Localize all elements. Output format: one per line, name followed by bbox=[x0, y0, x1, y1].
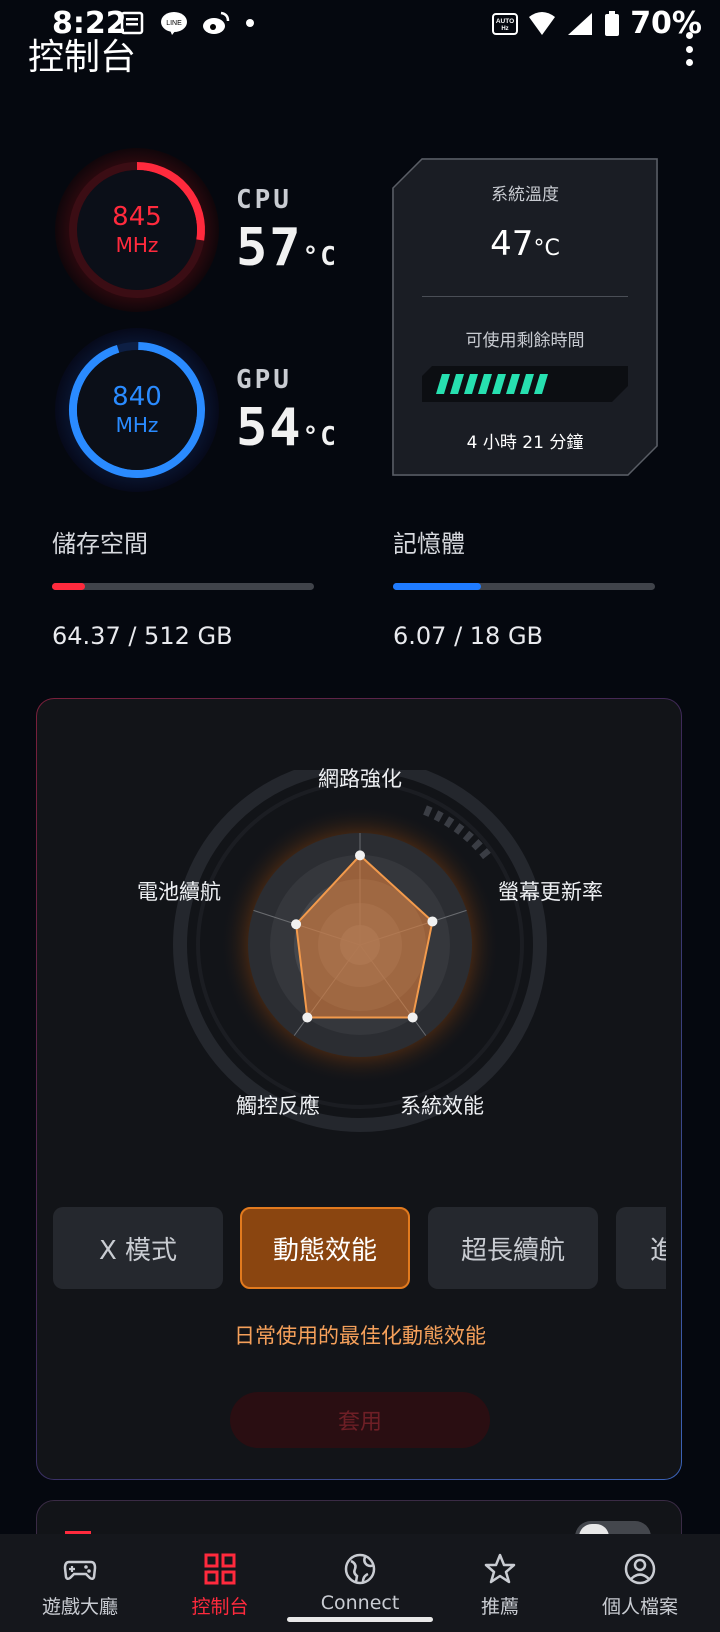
radar-label-battery: 電池續航 bbox=[137, 880, 221, 904]
svg-text:AUTO: AUTO bbox=[496, 18, 514, 25]
svg-text:LINE: LINE bbox=[166, 20, 182, 27]
status-icons: LINE bbox=[120, 10, 256, 36]
battery-icon bbox=[605, 10, 620, 36]
cpu-temp-unit: °C bbox=[302, 242, 338, 272]
mode-description: 日常使用的最佳化動態效能 bbox=[234, 1324, 486, 1348]
radar-label-performance: 系統效能 bbox=[400, 1094, 484, 1118]
radar-label-network: 網路強化 bbox=[318, 767, 402, 791]
cpu-gauge: 845 MHz bbox=[52, 145, 222, 315]
storage-bar bbox=[52, 583, 314, 590]
cpu-frequency-unit: MHz bbox=[115, 233, 159, 257]
cpu-label: CPU bbox=[236, 185, 292, 215]
mode-advanced-button[interactable]: 進 bbox=[616, 1207, 666, 1289]
dot-icon bbox=[246, 19, 254, 27]
nav-label-recommend: 推薦 bbox=[480, 1596, 519, 1618]
auto-hz-icon: AUTOHz bbox=[492, 12, 519, 35]
nav-item-console[interactable]: 控制台 bbox=[148, 1534, 292, 1632]
gpu-frequency: 840 bbox=[112, 382, 162, 412]
nav-item-profile[interactable]: 個人檔案 bbox=[568, 1534, 712, 1632]
gpu-temperature: 54°C bbox=[236, 398, 338, 458]
globe-icon bbox=[344, 1553, 376, 1585]
memory-bar bbox=[393, 583, 655, 590]
memory-value: 6.07 / 18 GB bbox=[393, 622, 544, 650]
nav-label-console: 控制台 bbox=[191, 1596, 249, 1618]
gpu-label: GPU bbox=[236, 365, 292, 395]
cpu-frequency: 845 bbox=[112, 202, 162, 232]
storage-bar-fill bbox=[52, 583, 85, 590]
weibo-icon bbox=[203, 11, 230, 34]
storage-value: 64.37 / 512 GB bbox=[52, 622, 233, 650]
nav-label-game-lobby: 遊戲大廳 bbox=[41, 1596, 118, 1618]
profile-icon bbox=[624, 1553, 656, 1585]
nav-label-profile: 個人檔案 bbox=[601, 1596, 678, 1618]
radar-label-refresh-rate: 螢幕更新率 bbox=[498, 880, 603, 904]
storage-label: 儲存空間 bbox=[52, 530, 148, 558]
gpu-temp-unit: °C bbox=[302, 422, 338, 452]
gamepad-icon bbox=[63, 1560, 97, 1581]
nav-label-connect: Connect bbox=[320, 1592, 400, 1614]
svg-text:Hz: Hz bbox=[502, 26, 509, 32]
gpu-temp-value: 54 bbox=[236, 398, 303, 458]
nav-item-game-lobby[interactable]: 遊戲大廳 bbox=[8, 1534, 152, 1632]
status-right: AUTO Hz 70% bbox=[492, 6, 702, 41]
star-icon bbox=[484, 1553, 516, 1584]
page-title: 控制台 bbox=[28, 37, 137, 78]
line-icon: LINE bbox=[161, 12, 187, 35]
signal-icon bbox=[568, 12, 593, 35]
gpu-frequency-unit: MHz bbox=[115, 413, 159, 437]
system-panel-border bbox=[392, 158, 658, 476]
mode-ultra-durable-button[interactable]: 超長續航 bbox=[428, 1207, 598, 1289]
memory-bar-fill bbox=[393, 583, 482, 590]
console-grid-icon bbox=[204, 1553, 236, 1585]
mode-x-button[interactable]: X 模式 bbox=[53, 1207, 223, 1289]
radar-chart bbox=[173, 770, 547, 1132]
wifi-icon bbox=[529, 11, 556, 35]
home-indicator[interactable] bbox=[287, 1617, 433, 1622]
mode-dynamic-button[interactable]: 動態效能 bbox=[240, 1207, 410, 1289]
overflow-menu-icon[interactable] bbox=[684, 32, 694, 66]
apply-button[interactable]: 套用 bbox=[230, 1392, 490, 1448]
radar-label-touch: 觸控反應 bbox=[236, 1094, 320, 1118]
cpu-temperature: 57°C bbox=[236, 218, 338, 278]
gpu-gauge: 840 MHz bbox=[52, 325, 222, 495]
nav-item-recommend[interactable]: 推薦 bbox=[428, 1534, 572, 1632]
memory-label: 記憶體 bbox=[393, 530, 465, 558]
cpu-temp-value: 57 bbox=[236, 218, 303, 278]
